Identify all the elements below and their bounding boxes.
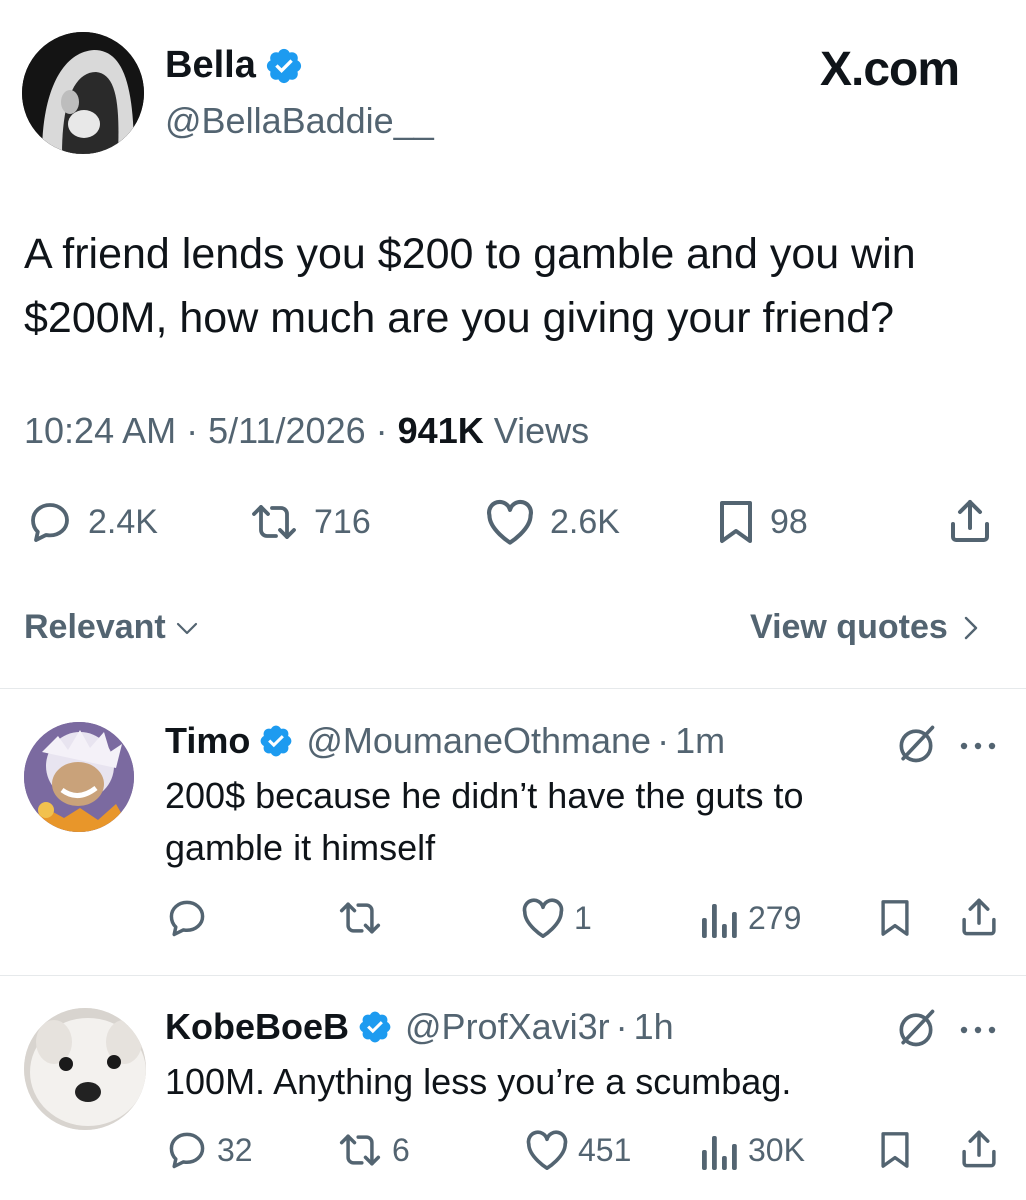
reply-reply-button[interactable] bbox=[165, 896, 209, 940]
reply-count: 2.4K bbox=[88, 502, 158, 541]
reply-icon bbox=[169, 900, 205, 937]
divider bbox=[0, 975, 1026, 976]
author-handle[interactable]: @BellaBaddie__ bbox=[165, 100, 434, 142]
bookmark-icon bbox=[881, 1132, 909, 1168]
reply-author-name[interactable]: Timo bbox=[165, 720, 250, 762]
share-icon bbox=[951, 500, 989, 542]
share-icon bbox=[962, 898, 996, 936]
tweet-date[interactable]: 5/11/2026 bbox=[208, 410, 365, 451]
sort-dropdown[interactable]: Relevant bbox=[24, 608, 200, 647]
author-avatar[interactable] bbox=[22, 32, 144, 154]
like-count: 2.6K bbox=[550, 502, 620, 541]
view-quotes-link[interactable]: View quotes bbox=[750, 608, 980, 647]
meta-separator: · bbox=[615, 1006, 628, 1047]
reply-text: 100M. Anything less you’re a scumbag. bbox=[165, 1056, 791, 1108]
reply-share-button[interactable] bbox=[958, 1126, 1000, 1172]
more-options-button[interactable] bbox=[958, 738, 998, 756]
tweet-views-label: Views bbox=[493, 410, 590, 451]
repost-count: 716 bbox=[314, 502, 371, 541]
chevron-down-icon bbox=[176, 622, 197, 634]
tweet-text: A friend lends you $200 to gamble and yo… bbox=[24, 222, 916, 350]
meta-separator: · bbox=[186, 410, 199, 451]
reply-author-name[interactable]: KobeBoeB bbox=[165, 1006, 349, 1048]
grok-icon bbox=[899, 725, 935, 763]
reply-views-button[interactable]: 30K bbox=[700, 1128, 805, 1172]
reply-header: KobeBoeB @ProfXavi3r · 1h bbox=[165, 1006, 674, 1048]
reply-repost-count: 6 bbox=[392, 1131, 410, 1168]
author-name[interactable]: Bella bbox=[165, 44, 256, 87]
bookmark-count: 98 bbox=[770, 502, 808, 541]
heart-icon bbox=[522, 898, 564, 939]
verified-badge-icon bbox=[359, 1011, 391, 1043]
views-icon bbox=[702, 1136, 737, 1170]
reply-icon bbox=[31, 503, 69, 542]
reply-author-handle[interactable]: @ProfXavi3r bbox=[405, 1006, 610, 1048]
reply-time[interactable]: 1m bbox=[675, 720, 725, 762]
tweet-text-line-1: A friend lends you $200 to gamble and yo… bbox=[24, 230, 916, 278]
reply-icon bbox=[169, 1132, 205, 1169]
tweet-meta: 10:24 AM · 5/11/2026 · 941K Views bbox=[24, 410, 589, 452]
like-button[interactable]: 2.6K bbox=[484, 498, 620, 546]
reply-text: 200$ because he didn’t have the guts to … bbox=[165, 770, 804, 874]
reply-text-line-2: gamble it himself bbox=[165, 827, 436, 868]
reply-header: Timo @MoumaneOthmane · 1m bbox=[165, 720, 725, 762]
chevron-right-icon bbox=[964, 616, 977, 639]
reply-like-button[interactable]: 451 bbox=[524, 1128, 631, 1172]
divider bbox=[0, 688, 1026, 689]
reply-author-handle[interactable]: @MoumaneOthmane bbox=[306, 720, 651, 762]
meta-separator: · bbox=[657, 720, 670, 761]
more-icon bbox=[960, 1026, 996, 1034]
repost-icon bbox=[339, 902, 381, 934]
bookmark-icon bbox=[881, 900, 909, 936]
heart-icon bbox=[526, 1130, 568, 1171]
reply-button[interactable]: 2.4K bbox=[26, 498, 158, 546]
reply-like-count: 1 bbox=[574, 899, 592, 936]
reply-text-line-1: 200$ because he didn’t have the guts to bbox=[165, 775, 804, 816]
reply-repost-button[interactable]: 6 bbox=[336, 1128, 410, 1172]
repost-button[interactable]: 716 bbox=[248, 498, 371, 546]
reply-views-button[interactable]: 279 bbox=[700, 896, 801, 940]
sort-label: Relevant bbox=[24, 608, 166, 646]
reply-time[interactable]: 1h bbox=[634, 1006, 674, 1048]
grok-button[interactable] bbox=[894, 722, 938, 771]
repost-icon bbox=[252, 505, 296, 539]
verified-badge-icon bbox=[260, 725, 292, 757]
reply-views-count: 279 bbox=[748, 899, 802, 936]
reply-views-count: 30K bbox=[748, 1131, 805, 1168]
reply-reply-count: 32 bbox=[217, 1131, 253, 1168]
tweet-text-line-2: $200M, how much are you giving your frie… bbox=[24, 294, 895, 342]
views-icon bbox=[702, 904, 737, 938]
verified-badge-icon bbox=[266, 48, 301, 83]
more-icon bbox=[960, 742, 996, 750]
reply-text-line-1: 100M. Anything less you’re a scumbag. bbox=[165, 1061, 792, 1102]
bookmark-icon bbox=[720, 501, 752, 543]
heart-icon bbox=[487, 499, 533, 545]
author-name-row[interactable]: Bella bbox=[165, 44, 304, 87]
reply-avatar[interactable] bbox=[24, 1008, 146, 1130]
reply-bookmark-button[interactable] bbox=[878, 896, 912, 940]
share-icon bbox=[962, 1130, 996, 1168]
share-button[interactable] bbox=[946, 496, 994, 551]
view-quotes-label: View quotes bbox=[750, 608, 948, 646]
site-label: X.com bbox=[820, 43, 960, 96]
reply-bookmark-button[interactable] bbox=[878, 1128, 912, 1172]
more-options-button[interactable] bbox=[958, 1022, 998, 1040]
bookmark-button[interactable]: 98 bbox=[716, 498, 808, 546]
reply-repost-button[interactable] bbox=[336, 896, 384, 940]
tweet-views-count: 941K bbox=[397, 410, 484, 451]
grok-icon bbox=[899, 1009, 935, 1047]
meta-separator: · bbox=[375, 410, 388, 451]
reply-like-button[interactable]: 1 bbox=[520, 896, 592, 940]
tweet-time[interactable]: 10:24 AM bbox=[24, 410, 176, 451]
reply-share-button[interactable] bbox=[958, 894, 1000, 940]
reply-reply-button[interactable]: 32 bbox=[165, 1128, 253, 1172]
grok-button[interactable] bbox=[894, 1006, 938, 1055]
reply-like-count: 451 bbox=[578, 1131, 632, 1168]
repost-icon bbox=[339, 1134, 381, 1166]
reply-avatar[interactable] bbox=[24, 722, 134, 832]
